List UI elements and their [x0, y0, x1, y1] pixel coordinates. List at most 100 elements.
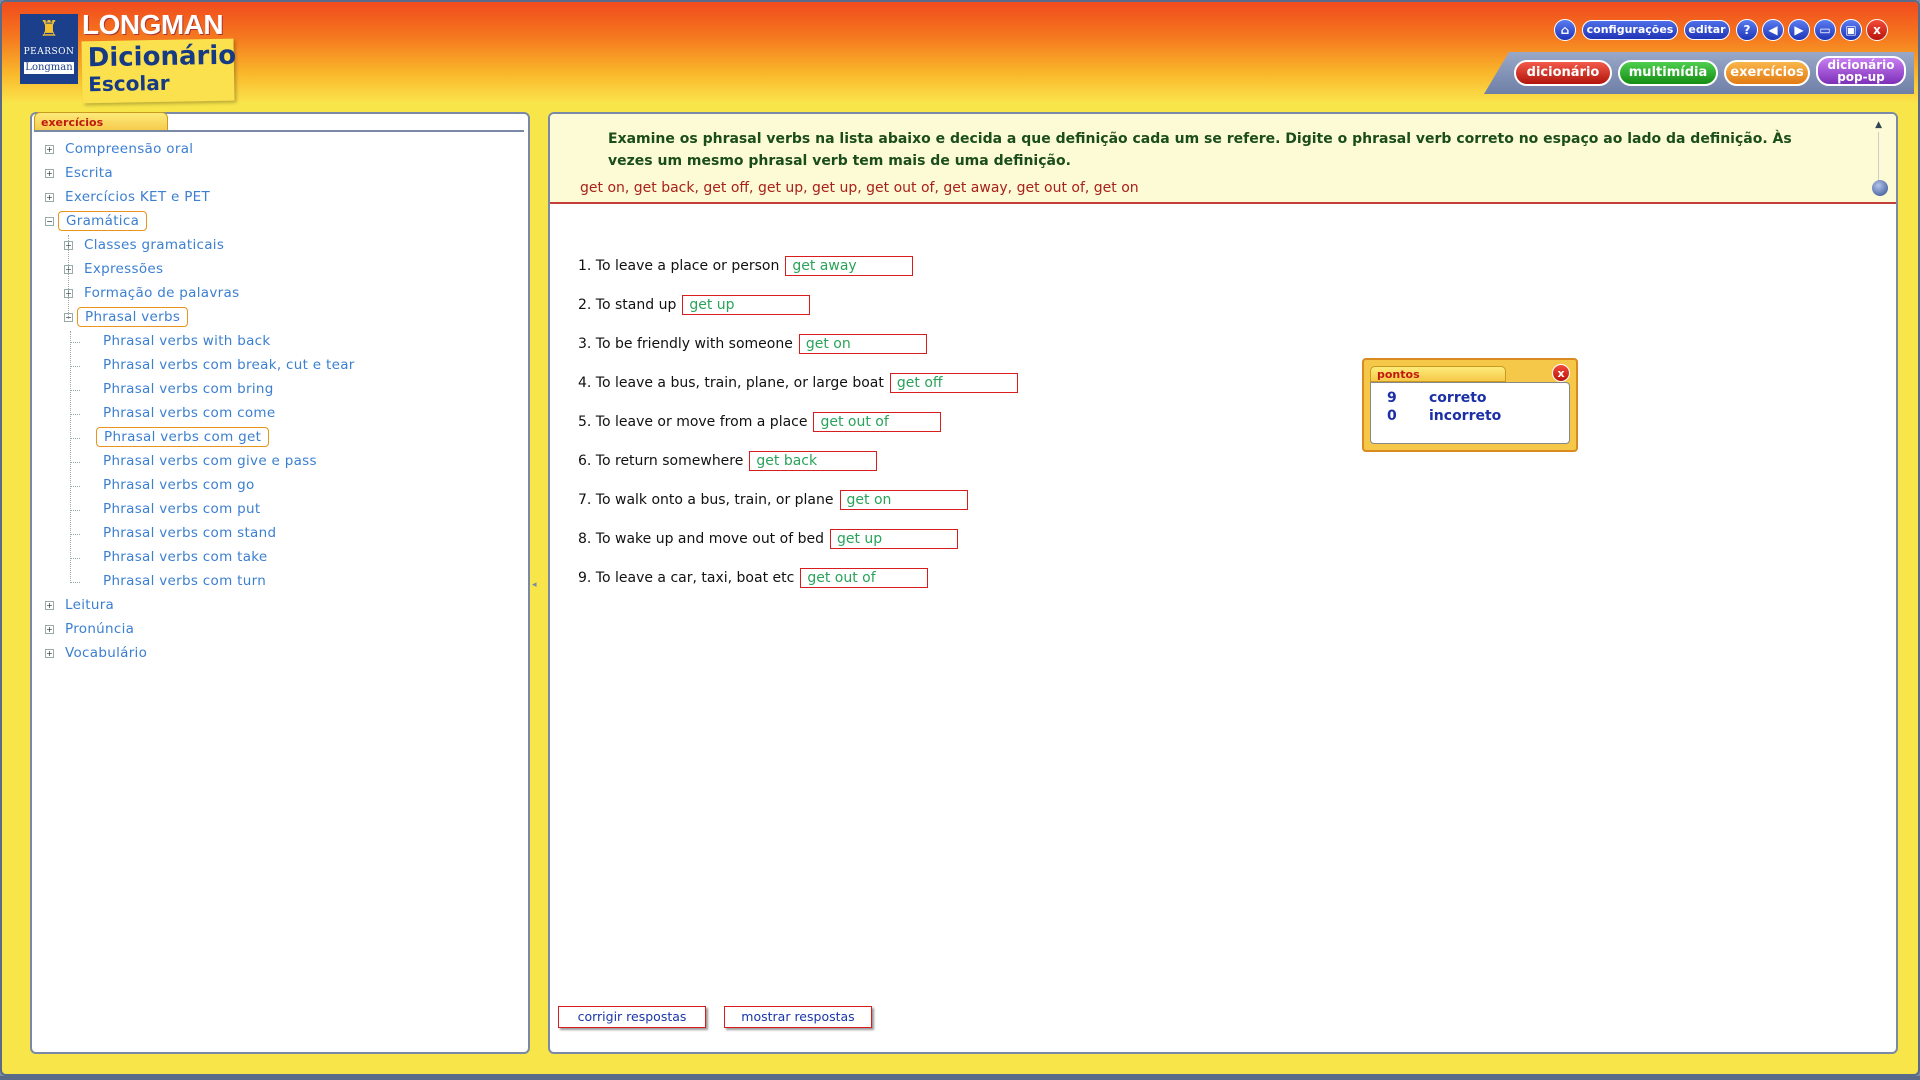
tree-item[interactable]: Formação de palavras: [77, 283, 246, 303]
expand-icon[interactable]: +: [45, 169, 54, 178]
question-row: 3. To be friendly with someone get on: [578, 334, 927, 354]
tree-item[interactable]: Phrasal verbs with back: [96, 331, 278, 351]
tree-item[interactable]: Phrasal verbs com put: [96, 499, 267, 519]
logo-subtitle: Escolar: [88, 70, 170, 97]
tree-item[interactable]: Phrasal verbs com take: [96, 547, 275, 567]
tree-item[interactable]: Gramática: [58, 211, 148, 231]
tree-item[interactable]: Phrasal verbs com bring: [96, 379, 281, 399]
score-close-button[interactable]: x: [1552, 364, 1570, 382]
tree-item-label: Compreensão oral: [65, 141, 194, 157]
answer-input[interactable]: get on: [798, 334, 927, 354]
score-incorrect-row: 0 incorreto: [1387, 408, 1501, 424]
editar-button[interactable]: editar: [1684, 20, 1730, 40]
question-row: 2. To stand up get up: [578, 295, 811, 315]
tree-item[interactable]: Compreensão oral: [58, 139, 200, 159]
expand-icon[interactable]: +: [45, 145, 54, 154]
tree-item[interactable]: Phrasal verbs com give e pass: [96, 451, 324, 471]
tree-item[interactable]: Phrasal verbs: [77, 307, 189, 327]
app-logo: LONGMAN Dicionário Escolar: [81, 10, 242, 104]
exercicios-panel-tab: exercícios: [34, 112, 168, 132]
tree-item[interactable]: Escrita: [58, 163, 120, 183]
answer-input[interactable]: get back: [749, 451, 878, 471]
expand-icon[interactable]: +: [45, 649, 54, 658]
corrigir-respostas-button[interactable]: corrigir respostas: [558, 1006, 706, 1028]
help-button[interactable]: ?: [1736, 19, 1758, 41]
panel-tab-line: [34, 130, 524, 132]
mostrar-respostas-button[interactable]: mostrar respostas: [724, 1006, 872, 1028]
answer-input[interactable]: get away: [785, 256, 914, 276]
scroll-up-arrow-icon[interactable]: ▲: [1875, 120, 1882, 130]
nav-multimidia-label: multimídia: [1628, 65, 1708, 80]
question-text: 4. To leave a bus, train, plane, or larg…: [578, 375, 884, 391]
tree-item[interactable]: Vocabulário: [58, 643, 154, 663]
tree-item[interactable]: Phrasal verbs com stand: [96, 523, 283, 543]
answer-input[interactable]: get off: [889, 373, 1018, 393]
question-row: 6. To return somewhere get back: [578, 451, 878, 471]
tree-connector: [70, 582, 80, 583]
tree-item[interactable]: Expressões: [77, 259, 170, 279]
question-text: 1. To leave a place or person: [578, 258, 780, 274]
scroll-knob[interactable]: [1872, 180, 1888, 196]
tree-connector: [70, 510, 80, 511]
question-text: 2. To stand up: [578, 297, 677, 313]
tree-item-label: Phrasal verbs com stand: [103, 525, 277, 541]
tree-connector: [70, 414, 80, 415]
tree-item-label: Phrasal verbs with back: [103, 333, 271, 349]
close-app-button[interactable]: x: [1866, 19, 1888, 41]
expand-icon[interactable]: +: [45, 625, 54, 634]
word-list: get on, get back, get off, get up, get u…: [580, 180, 1139, 196]
tree-item[interactable]: Classes gramaticais: [77, 235, 231, 255]
answer-input[interactable]: get up: [682, 295, 811, 315]
tree-item[interactable]: Phrasal verbs com turn: [96, 571, 273, 591]
answer-input[interactable]: get out of: [813, 412, 942, 432]
logo-box: Dicionário Escolar: [81, 38, 237, 104]
minimize-icon: ▭: [1819, 23, 1831, 37]
tree-item[interactable]: Phrasal verbs com come: [96, 403, 282, 423]
tree-item[interactable]: Leitura: [58, 595, 121, 615]
tree-item-label: Phrasal verbs com bring: [103, 381, 274, 397]
answer-input[interactable]: get up: [829, 529, 958, 549]
collapse-icon[interactable]: −: [45, 217, 54, 226]
expand-icon[interactable]: +: [45, 601, 54, 610]
nav-exercicios-button[interactable]: exercícios: [1724, 60, 1810, 86]
arrow-right-icon: ▶: [1794, 23, 1804, 37]
score-tab: pontos: [1370, 366, 1506, 382]
nav-popup-label-2: pop-up: [1837, 70, 1885, 84]
maximize-button[interactable]: ▣: [1840, 19, 1862, 41]
tree-item-label: Vocabulário: [65, 645, 148, 661]
tree-item[interactable]: Exercícios KET e PET: [58, 187, 217, 207]
question-text: 6. To return somewhere: [578, 453, 744, 469]
forward-button[interactable]: ▶: [1788, 19, 1810, 41]
nav-dicionario-button[interactable]: dicionário: [1514, 60, 1612, 86]
crest-icon: ♜: [39, 17, 59, 42]
home-button[interactable]: ⌂: [1554, 19, 1576, 41]
question-row: 5. To leave or move from a place get out …: [578, 412, 942, 432]
question-text: 5. To leave or move from a place: [578, 414, 808, 430]
tree-item[interactable]: Phrasal verbs com go: [96, 475, 262, 495]
configuracoes-button[interactable]: configurações: [1582, 20, 1678, 40]
nav-multimidia-button[interactable]: multimídia: [1618, 60, 1718, 86]
tree-connector: [70, 438, 80, 439]
close-icon: x: [1873, 23, 1881, 37]
question-text: 3. To be friendly with someone: [578, 336, 793, 352]
minimize-button[interactable]: ▭: [1814, 19, 1836, 41]
splitter-handle[interactable]: ◂: [532, 580, 537, 590]
tree-connector: [68, 235, 69, 319]
app-header: ♜ PEARSON Longman LONGMAN Dicionário Esc…: [2, 2, 1918, 104]
arrow-left-icon: ◀: [1768, 23, 1778, 37]
back-button[interactable]: ◀: [1762, 19, 1784, 41]
tree-item[interactable]: Pronúncia: [58, 619, 141, 639]
nav-popup-button[interactable]: dicionário pop-up: [1816, 56, 1906, 86]
tree-item-label: Phrasal verbs: [77, 307, 189, 327]
score-popup[interactable]: pontos x 9 correto 0 incorreto: [1362, 358, 1578, 452]
tree-item[interactable]: Phrasal verbs com get: [96, 427, 270, 447]
tree-item-label: Leitura: [65, 597, 115, 613]
tree-item-label: Classes gramaticais: [84, 237, 225, 253]
close-icon: x: [1557, 367, 1565, 380]
answer-input[interactable]: get out of: [800, 568, 929, 588]
tree-item[interactable]: Phrasal verbs com break, cut e tear: [96, 355, 362, 375]
logo-title: Dicionário: [87, 40, 237, 74]
answer-input[interactable]: get on: [839, 490, 968, 510]
expand-icon[interactable]: +: [45, 193, 54, 202]
score-correct-row: 9 correto: [1387, 390, 1487, 406]
